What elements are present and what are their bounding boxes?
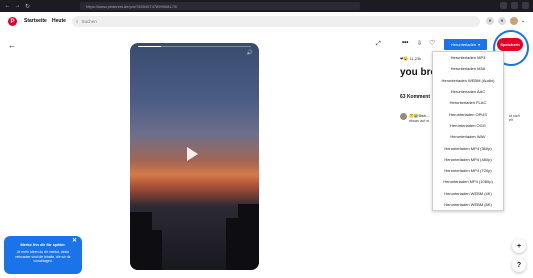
menu-item[interactable]: Herunterladen FLAC bbox=[433, 97, 503, 108]
extension-icon[interactable] bbox=[500, 2, 507, 9]
reload-icon[interactable]: ↻ bbox=[24, 3, 31, 10]
menu-item[interactable]: Herunterladen OPUS bbox=[433, 108, 503, 119]
download-button[interactable]: Herunterladen ▾ bbox=[444, 39, 487, 50]
add-button[interactable]: + bbox=[512, 239, 526, 253]
share-icon[interactable]: ⇩ bbox=[417, 40, 422, 47]
menu-item[interactable]: Herunterladen M4A bbox=[433, 63, 503, 74]
play-icon[interactable] bbox=[187, 147, 198, 161]
pin-title: you bro bbox=[400, 67, 434, 78]
download-button-label: Herunterladen bbox=[450, 42, 477, 47]
menu-item[interactable]: Herunterladen AAC bbox=[433, 86, 503, 97]
messages-icon[interactable]: ● bbox=[498, 17, 506, 25]
menu-item[interactable]: Herunterladen MP3 bbox=[433, 52, 503, 63]
search-placeholder: Suchen bbox=[81, 19, 97, 24]
expand-icon[interactable]: ⤢ bbox=[376, 41, 381, 48]
extension-icon[interactable] bbox=[511, 2, 518, 9]
comment-text-fragment: eh bbox=[509, 118, 514, 122]
comment-text-overflow: st sich eh bbox=[509, 114, 520, 122]
back-arrow-icon[interactable]: ← bbox=[4, 3, 11, 10]
browser-extensions bbox=[500, 2, 529, 9]
browser-toolbar: ← → ↻ https://www.pinterest.de/pin/75554… bbox=[0, 0, 533, 12]
tip-title: Merke Ihn dir für später. bbox=[20, 242, 66, 247]
back-arrow-icon[interactable]: ← bbox=[8, 41, 16, 50]
url-bar[interactable]: https://www.pinterest.de/pin/75554974789… bbox=[80, 2, 360, 10]
download-menu: Herunterladen MP3 Herunterladen M4A Heru… bbox=[432, 51, 504, 211]
reaction-emoji-icon: ❤😮 bbox=[400, 56, 409, 61]
avatar[interactable] bbox=[400, 113, 407, 120]
reactions: ❤😮 11,23k bbox=[400, 56, 421, 61]
menu-item[interactable]: Herunterladen MP4 (1080p) bbox=[433, 176, 503, 187]
url-text: https://www.pinterest.de/pin/75554974789… bbox=[86, 3, 178, 9]
browser-nav: ← → ↻ bbox=[4, 3, 31, 10]
comment-text: etwas auf w bbox=[409, 119, 430, 123]
video-player[interactable]: 🔊 bbox=[130, 43, 259, 270]
nav-today[interactable]: Heute bbox=[52, 18, 66, 24]
comments-header[interactable]: 63 Komment bbox=[400, 94, 433, 100]
building-silhouette bbox=[238, 204, 259, 270]
volume-icon[interactable]: 🔊 bbox=[247, 50, 253, 56]
chevron-down-icon[interactable]: ⌄ bbox=[521, 18, 525, 24]
menu-item[interactable]: Herunterladen OGG bbox=[433, 120, 503, 131]
notifications-icon[interactable]: ● bbox=[486, 17, 494, 25]
more-options-icon[interactable]: ••• bbox=[402, 40, 408, 46]
nav-home[interactable]: Startseite bbox=[24, 18, 47, 24]
menu-item[interactable]: Herunterladen MP4 (480p) bbox=[433, 154, 503, 165]
search-icon: ⌕ bbox=[76, 19, 79, 24]
search-input[interactable]: ⌕ Suchen bbox=[72, 16, 480, 27]
comment-author[interactable]: 🤔😭Bish… bbox=[409, 113, 430, 118]
pinterest-logo[interactable]: P bbox=[8, 17, 17, 26]
menu-item[interactable]: Herunterladen WEBM (4K) bbox=[433, 188, 503, 199]
save-button[interactable]: Speichern bbox=[497, 38, 523, 51]
heart-icon[interactable]: ♡ bbox=[429, 39, 435, 47]
building-silhouette bbox=[150, 230, 162, 270]
menu-item[interactable]: Herunterladen WAV bbox=[433, 131, 503, 142]
menu-item[interactable]: Herunterladen WEBM (8K) bbox=[433, 199, 503, 210]
building-silhouette bbox=[130, 212, 152, 270]
tip-body: Je mehr Ideen du dir merkst, desto relev… bbox=[15, 250, 71, 263]
help-button[interactable]: ? bbox=[512, 258, 526, 272]
menu-item[interactable]: Herunterladen WEBM (Audio) bbox=[433, 75, 503, 86]
video-progress-bar[interactable] bbox=[138, 46, 251, 47]
forward-arrow-icon[interactable]: → bbox=[14, 3, 21, 10]
menu-icon[interactable] bbox=[522, 2, 529, 9]
save-tip-card: ✕ Merke Ihn dir für später. Je mehr Idee… bbox=[4, 236, 82, 274]
menu-item[interactable]: Herunterladen MP4 (360p) bbox=[433, 142, 503, 153]
caret-down-icon: ▾ bbox=[478, 42, 481, 47]
reactions-count: 11,23k bbox=[409, 56, 422, 61]
menu-item[interactable]: Herunterladen MP4 (720p) bbox=[433, 165, 503, 176]
avatar[interactable] bbox=[510, 17, 518, 25]
